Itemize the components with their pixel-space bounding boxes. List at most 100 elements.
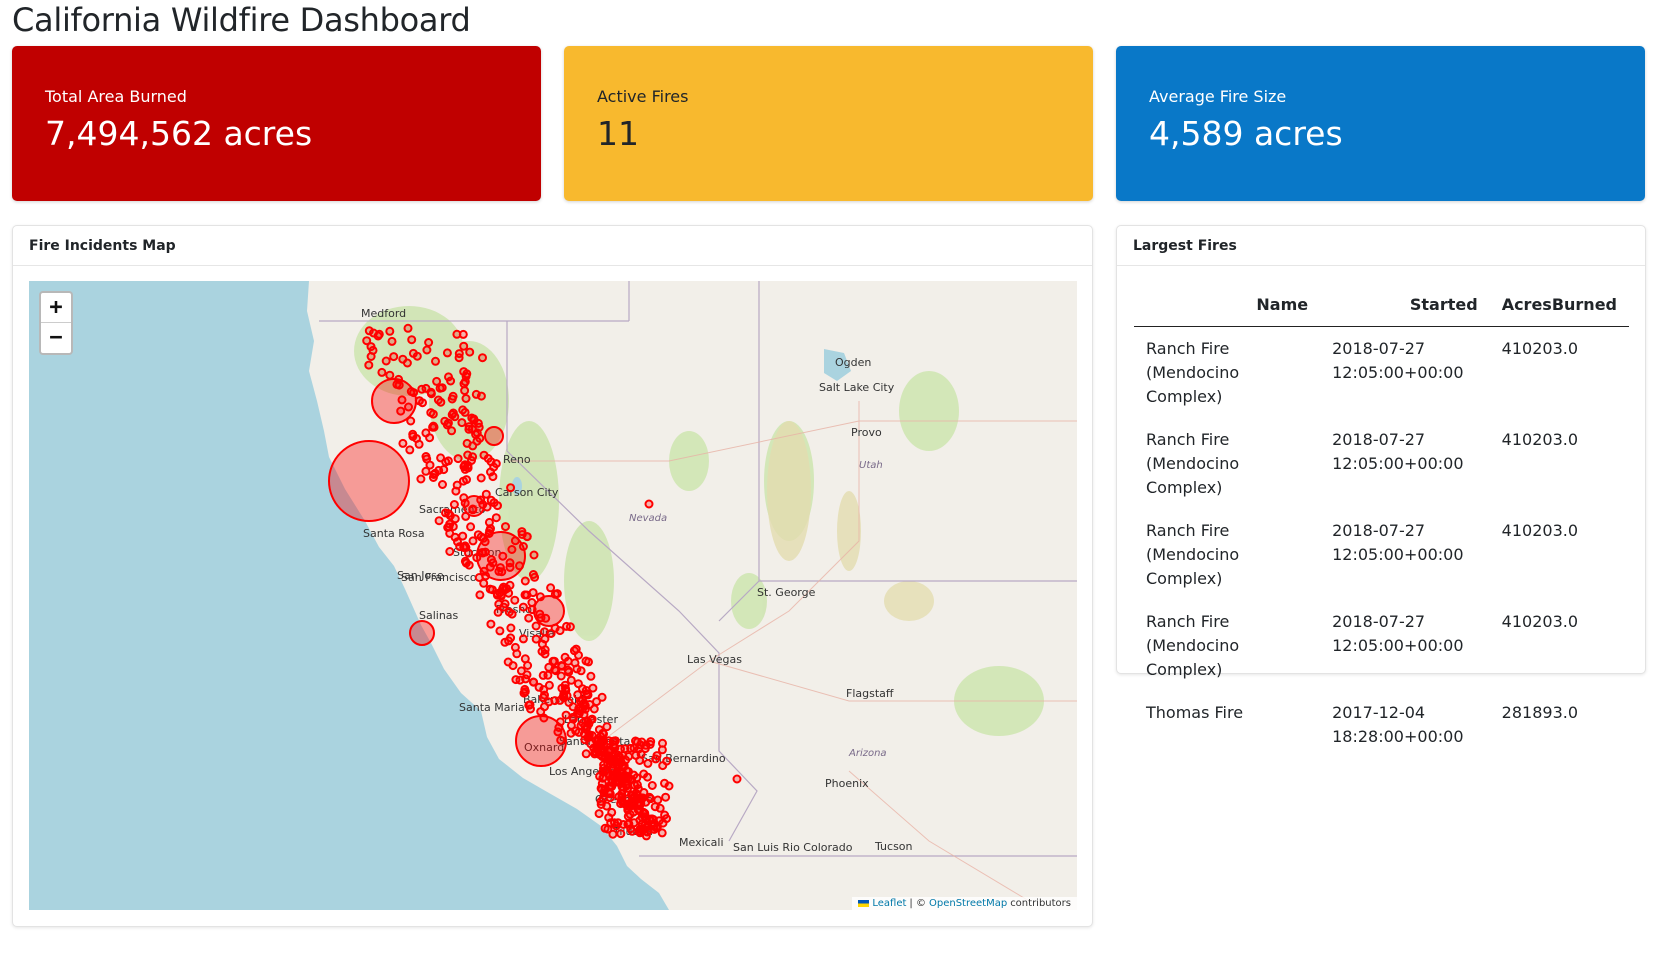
fire-marker[interactable] bbox=[405, 445, 415, 455]
fire-marker[interactable] bbox=[452, 329, 462, 339]
fire-marker[interactable] bbox=[377, 367, 387, 377]
fire-marker[interactable] bbox=[640, 744, 650, 754]
fire-marker[interactable] bbox=[449, 500, 459, 509]
fire-marker[interactable] bbox=[425, 433, 435, 443]
fire-marker[interactable] bbox=[550, 665, 560, 675]
fire-marker[interactable] bbox=[622, 781, 631, 791]
fire-marker[interactable] bbox=[582, 722, 592, 732]
fire-marker[interactable] bbox=[643, 772, 652, 782]
fire-marker[interactable] bbox=[548, 656, 558, 666]
fire-marker[interactable] bbox=[422, 345, 432, 355]
fire-marker[interactable] bbox=[555, 626, 565, 636]
fire-marker[interactable] bbox=[481, 489, 491, 499]
fire-marker[interactable] bbox=[518, 602, 528, 612]
fire-marker[interactable] bbox=[522, 670, 532, 680]
fire-marker[interactable] bbox=[594, 725, 604, 735]
zoom-in-button[interactable]: + bbox=[41, 293, 71, 323]
fire-marker[interactable] bbox=[732, 774, 742, 784]
fire-marker[interactable] bbox=[643, 758, 653, 768]
fire-marker[interactable] bbox=[568, 714, 578, 724]
fire-marker[interactable] bbox=[539, 685, 549, 695]
fire-marker[interactable] bbox=[435, 383, 445, 393]
leaflet-link[interactable]: Leaflet bbox=[872, 898, 906, 909]
fire-marker[interactable] bbox=[428, 421, 438, 431]
fire-marker[interactable] bbox=[487, 585, 497, 595]
fire-marker[interactable] bbox=[578, 700, 588, 709]
fire-marker[interactable] bbox=[398, 438, 408, 448]
fire-marker[interactable] bbox=[600, 785, 609, 795]
fire-marker[interactable] bbox=[616, 829, 626, 839]
fire-marker[interactable] bbox=[637, 812, 647, 822]
fire-marker[interactable] bbox=[453, 454, 463, 464]
fire-marker[interactable] bbox=[500, 599, 510, 609]
fire-marker[interactable] bbox=[586, 671, 596, 681]
fire-marker[interactable] bbox=[506, 623, 516, 633]
fire-marker[interactable] bbox=[458, 531, 468, 541]
fire-marker[interactable] bbox=[476, 473, 486, 483]
fire-marker[interactable] bbox=[430, 468, 440, 478]
zoom-out-button[interactable]: − bbox=[41, 323, 71, 353]
fire-marker[interactable] bbox=[556, 671, 566, 681]
fire-marker[interactable] bbox=[463, 495, 485, 517]
fire-marker[interactable] bbox=[442, 348, 452, 358]
fire-marker[interactable] bbox=[442, 420, 452, 430]
fire-marker[interactable] bbox=[608, 829, 618, 839]
fire-marker[interactable] bbox=[655, 803, 665, 813]
fire-marker[interactable] bbox=[557, 683, 567, 693]
fire-marker[interactable] bbox=[520, 654, 530, 664]
fire-marker[interactable] bbox=[461, 371, 471, 381]
fire-marker[interactable] bbox=[524, 700, 534, 710]
fire-marker[interactable] bbox=[381, 356, 391, 366]
fire-marker[interactable] bbox=[617, 793, 627, 803]
fire-marker[interactable] bbox=[465, 347, 475, 357]
fire-marker[interactable] bbox=[462, 475, 471, 485]
fire-marker[interactable] bbox=[468, 536, 478, 546]
fire-marker[interactable] bbox=[579, 710, 589, 720]
fire-marker[interactable] bbox=[387, 336, 397, 346]
fire-marker[interactable] bbox=[389, 352, 399, 362]
fire-marker[interactable] bbox=[478, 353, 487, 363]
fire-marker[interactable] bbox=[652, 822, 662, 832]
fire-marker[interactable] bbox=[662, 814, 671, 824]
fire-marker[interactable] bbox=[602, 722, 612, 732]
fire-marker[interactable] bbox=[520, 687, 530, 697]
fire-marker[interactable] bbox=[424, 338, 434, 347]
fire-marker[interactable] bbox=[635, 828, 645, 838]
fire-marker[interactable] bbox=[528, 570, 538, 579]
fire-marker[interactable] bbox=[371, 378, 417, 424]
fire-marker[interactable] bbox=[597, 750, 607, 760]
fire-marker[interactable] bbox=[540, 634, 550, 644]
fire-marker[interactable] bbox=[398, 354, 408, 364]
fire-marker[interactable] bbox=[647, 781, 657, 790]
fire-marker[interactable] bbox=[518, 634, 528, 644]
fire-marker[interactable] bbox=[460, 464, 470, 474]
fire-marker[interactable] bbox=[573, 690, 583, 700]
fire-marker[interactable] bbox=[454, 353, 464, 363]
fire-marker[interactable] bbox=[488, 472, 498, 482]
fire-marker[interactable] bbox=[464, 560, 474, 570]
fire-marker[interactable] bbox=[653, 795, 663, 805]
fire-marker[interactable] bbox=[587, 714, 597, 724]
fire-marker[interactable] bbox=[479, 578, 489, 588]
fire-marker[interactable] bbox=[661, 792, 671, 802]
fire-marker[interactable] bbox=[484, 426, 504, 446]
fire-marker[interactable] bbox=[543, 670, 553, 680]
fire-marker[interactable] bbox=[610, 755, 620, 765]
fire-marker[interactable] bbox=[436, 397, 446, 407]
fire-marker[interactable] bbox=[506, 483, 516, 493]
fire-marker[interactable] bbox=[573, 679, 583, 689]
fire-marker[interactable] bbox=[385, 326, 395, 336]
fire-marker[interactable] bbox=[646, 794, 656, 804]
fire-marker[interactable] bbox=[600, 766, 610, 776]
fire-marker[interactable] bbox=[632, 773, 642, 783]
fire-marker[interactable] bbox=[581, 656, 591, 666]
fire-marker[interactable] bbox=[610, 743, 620, 753]
fire-marker[interactable] bbox=[408, 432, 418, 441]
fire-marker[interactable] bbox=[407, 335, 417, 345]
fire-marker[interactable] bbox=[517, 527, 527, 537]
fire-marker[interactable] bbox=[520, 576, 530, 586]
fire-marker[interactable] bbox=[447, 394, 457, 404]
fire-marker[interactable] bbox=[652, 751, 662, 761]
fire-marker[interactable] bbox=[444, 522, 454, 532]
fire-marker[interactable] bbox=[511, 675, 521, 685]
